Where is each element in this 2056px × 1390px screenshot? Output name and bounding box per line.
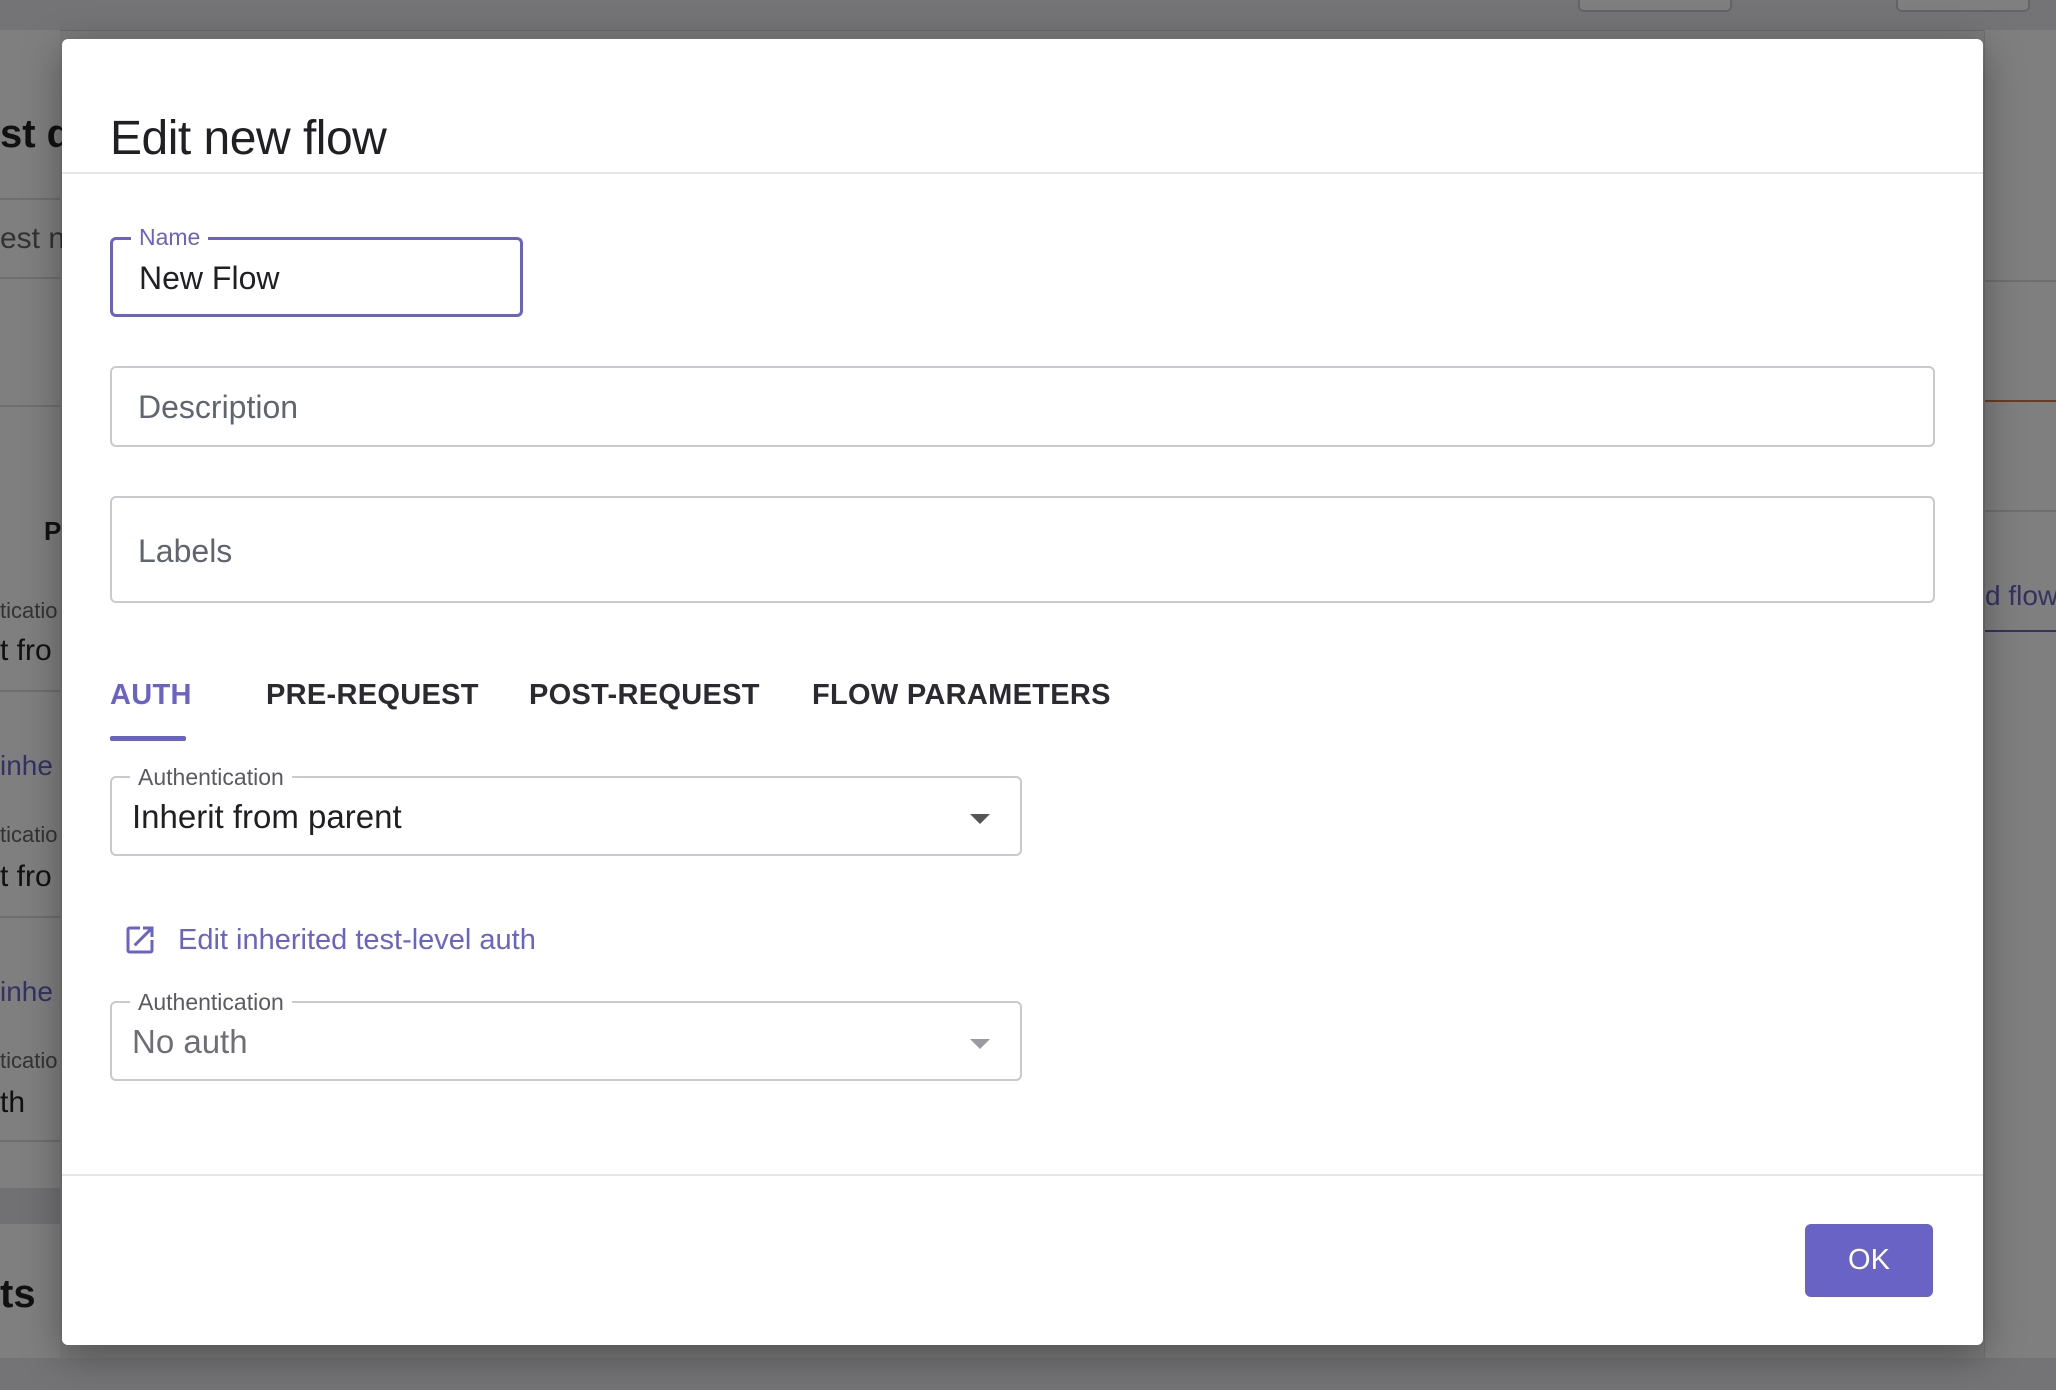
inherited-authentication-select-label: Authentication: [130, 988, 292, 1016]
authentication-select-label: Authentication: [130, 763, 292, 791]
labels-field[interactable]: [110, 496, 1935, 603]
name-input[interactable]: [139, 260, 509, 296]
inherited-authentication-select-value: No auth: [132, 1023, 248, 1060]
open-in-new-icon: [126, 926, 154, 954]
chevron-down-icon: [970, 1039, 990, 1049]
ok-button[interactable]: OK: [1805, 1224, 1933, 1297]
description-field[interactable]: [110, 366, 1935, 447]
tab-auth[interactable]: AUTH: [110, 679, 192, 743]
edit-inherited-auth-link[interactable]: Edit inherited test-level auth: [122, 916, 536, 964]
tab-pre-request[interactable]: PRE-REQUEST: [266, 679, 479, 743]
edit-inherited-auth-label: Edit inherited test-level auth: [178, 923, 536, 956]
inherited-authentication-select: Authentication No auth: [110, 988, 1022, 1081]
chevron-down-icon: [970, 814, 990, 824]
authentication-select[interactable]: Authentication Inherit from parent: [110, 763, 1022, 856]
name-field[interactable]: Name: [110, 223, 523, 317]
footer-divider: [62, 1174, 1983, 1176]
name-field-label: Name: [131, 223, 209, 251]
description-input[interactable]: [138, 388, 1908, 426]
edit-flow-dialog: Edit new flow Name AUTH PRE-REQUEST POST…: [62, 39, 1983, 1345]
dialog-title: Edit new flow: [110, 112, 387, 165]
active-tab-indicator: [110, 736, 186, 741]
tab-post-request[interactable]: POST-REQUEST: [529, 679, 760, 743]
authentication-select-value: Inherit from parent: [132, 798, 402, 835]
labels-input[interactable]: [138, 532, 1908, 570]
header-divider: [62, 172, 1983, 174]
tab-flow-parameters[interactable]: FLOW PARAMETERS: [812, 679, 1111, 743]
